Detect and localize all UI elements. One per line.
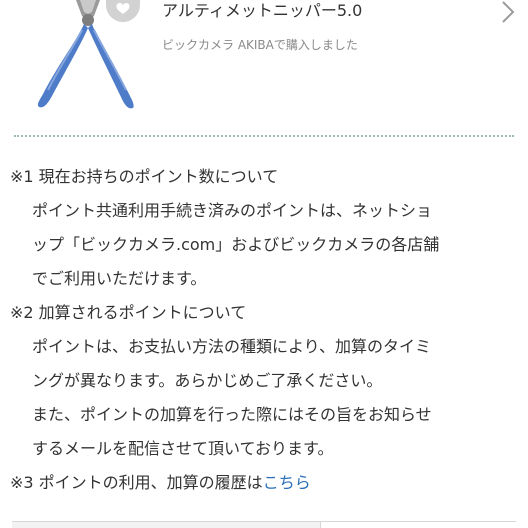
note-1-line: ポイント共通利用手続き済みのポイントは、ネットショ [32, 201, 433, 220]
product-name: アルティメットニッパー5.0 [162, 1, 363, 20]
table-header-cell [12, 522, 321, 528]
chevron-right-icon[interactable] [498, 0, 518, 24]
note-1-line: ップ「ビックカメラ.com」およびビックカメラの各店舗 [32, 235, 440, 254]
note-1-line: でご利用いただけます。 [32, 269, 207, 288]
history-link[interactable]: こちら [263, 473, 311, 492]
note-2-line: するメールを配信させて頂いております。 [32, 439, 334, 458]
note-2-line: ングが異なります。あらかじめご了承ください。 [32, 371, 383, 390]
note-3-heading: ※3 ポイントの利用、加算の履歴はこちら [0, 466, 528, 500]
purchase-history-page: アルティメットニッパー5.0 ビックカメラ AKIBAで購入しました ※1 現在… [0, 0, 528, 528]
product-row[interactable]: アルティメットニッパー5.0 ビックカメラ AKIBAで購入しました [0, 0, 528, 120]
note-1-heading: ※1 現在お持ちのポイント数について [10, 167, 279, 186]
points-notes: ※1 現在お持ちのポイント数について ポイント共通利用手続き済みのポイントは、ネ… [0, 160, 528, 500]
note-2-heading: ※2 加算されるポイントについて [10, 303, 247, 322]
note-2-line: また、ポイントの加算を行った際にはその旨をお知らせ [32, 405, 432, 424]
heart-icon [116, 3, 130, 14]
note-2-line: ポイントは、お支払い方法の種類により、加算のタイミ [32, 337, 432, 356]
note-3-text: ※3 ポイントの利用、加算の履歴は [10, 473, 263, 492]
purchase-store: ビックカメラ AKIBAで購入しました [162, 38, 358, 52]
dotted-divider [14, 135, 514, 137]
points-table [12, 521, 516, 528]
